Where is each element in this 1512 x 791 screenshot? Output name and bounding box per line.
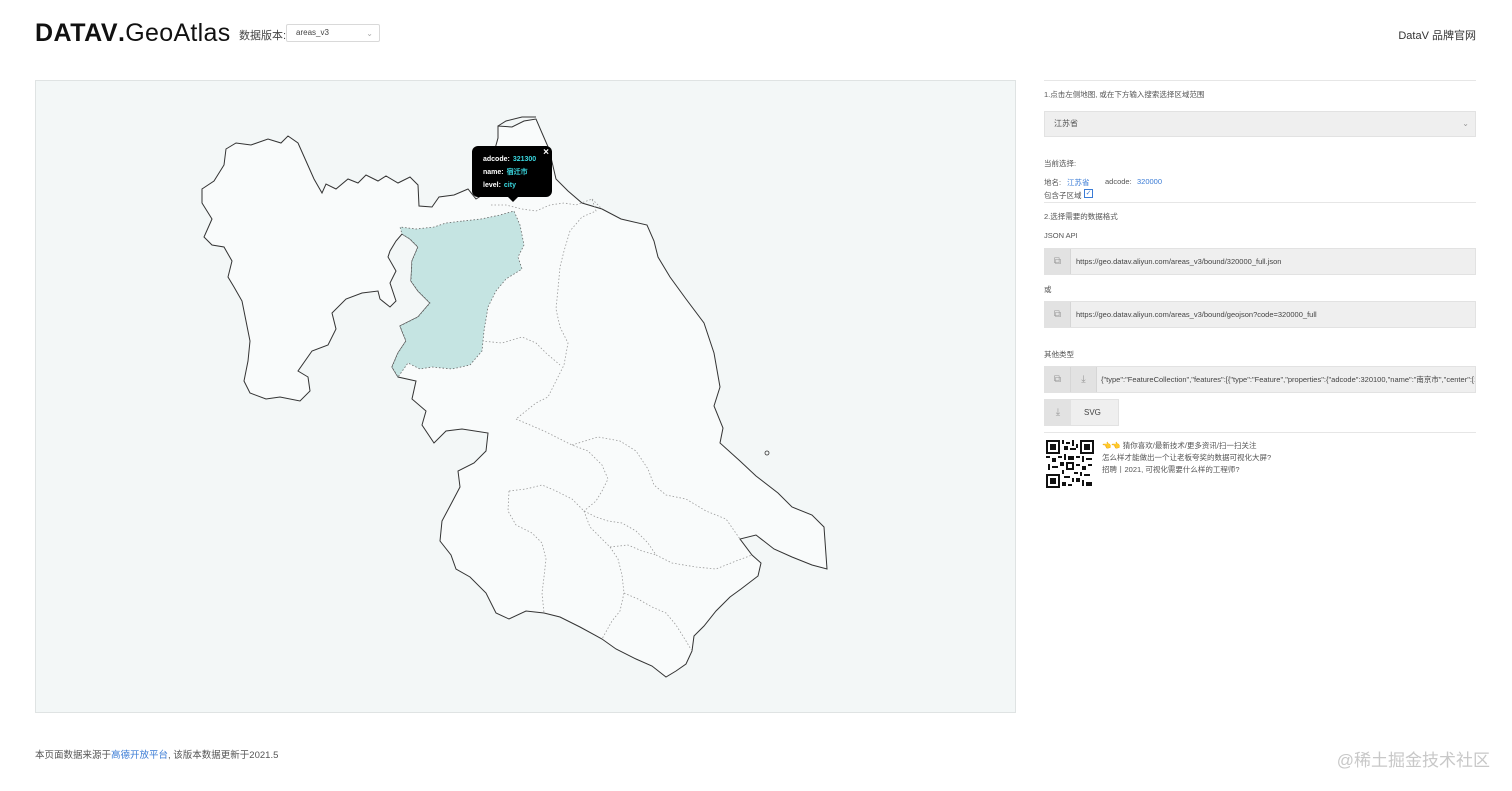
other-types-label: 其他类型 bbox=[1044, 350, 1074, 359]
chevron-down-icon: ⌄ bbox=[1462, 119, 1469, 128]
logo[interactable]: DATAV.GeoAtlas bbox=[35, 20, 231, 46]
promo-line-2[interactable]: 怎么样才能做出一个让老板夸奖的数据可视化大屏? bbox=[1102, 452, 1271, 463]
name-value: 江苏省 bbox=[1067, 178, 1090, 187]
footer-amap-link[interactable]: 高德开放平台 bbox=[111, 750, 168, 761]
geojson-field[interactable]: ⧉ ⤓ {"type":"FeatureCollection","feature… bbox=[1044, 366, 1476, 393]
map-panel[interactable]: × adcode: 321300 name: 宿迁市 level: city bbox=[35, 80, 1016, 713]
tooltip-adcode-key: adcode: bbox=[483, 156, 510, 163]
download-icon[interactable]: ⤓ bbox=[1071, 367, 1097, 392]
island-mark bbox=[764, 450, 770, 456]
tooltip-level-key: level: bbox=[483, 182, 501, 189]
divider bbox=[1044, 202, 1476, 203]
json-url-field-2[interactable]: ⧉ https://geo.datav.aliyun.com/areas_v3/… bbox=[1044, 301, 1476, 328]
tooltip-name-key: name: bbox=[483, 169, 504, 176]
json-url-field-1[interactable]: ⧉ https://geo.datav.aliyun.com/areas_v3/… bbox=[1044, 248, 1476, 275]
download-icon: ⤓ bbox=[1045, 400, 1071, 425]
divider bbox=[1044, 432, 1476, 433]
footer: 本页面数据来源于高德开放平台, 该版本数据更新于2021.5 bbox=[35, 747, 278, 761]
copy-icon[interactable]: ⧉ bbox=[1045, 249, 1071, 274]
tooltip-adcode-row: adcode: 321300 bbox=[483, 153, 552, 166]
brand-link[interactable]: DataV 品牌官网 bbox=[1398, 27, 1476, 43]
step1-instruction: 1.点击左侧地图, 或在下方输入搜索选择区域范围 bbox=[1044, 90, 1205, 99]
map-region-province[interactable] bbox=[201, 118, 828, 678]
or-label: 或 bbox=[1044, 285, 1052, 294]
logo-brand: DATAV bbox=[35, 19, 119, 47]
region-select-value: 江苏省 bbox=[1054, 119, 1078, 128]
promo-line-1[interactable]: 👈👈 猜你喜欢/最新技术/更多资讯/扫一扫关注 bbox=[1102, 440, 1257, 451]
tooltip-name-value: 宿迁市 bbox=[506, 169, 528, 176]
current-selection-label: 当前选择: bbox=[1044, 159, 1077, 168]
svg-download-label: SVG bbox=[1084, 408, 1101, 417]
chevron-down-icon: ⌄ bbox=[366, 29, 373, 38]
copy-icon[interactable]: ⧉ bbox=[1045, 367, 1071, 392]
tooltip-name-row: name: 宿迁市 bbox=[483, 166, 552, 179]
svg-download-button[interactable]: ⤓ SVG bbox=[1044, 399, 1119, 426]
json-api-label: JSON API bbox=[1044, 231, 1078, 240]
tooltip-adcode-value: 321300 bbox=[512, 156, 537, 163]
footer-suffix: , 该版本数据更新于2021.5 bbox=[168, 750, 279, 761]
divider bbox=[1044, 80, 1476, 81]
version-select[interactable]: areas_v3 ⌄ bbox=[286, 24, 380, 42]
include-children-checkbox[interactable]: ✓ bbox=[1084, 189, 1093, 198]
json-url-1-text[interactable]: https://geo.datav.aliyun.com/areas_v3/bo… bbox=[1076, 249, 1281, 274]
version-select-value: areas_v3 bbox=[296, 28, 329, 37]
tooltip-level-value: city bbox=[503, 182, 516, 189]
version-label: 数据版本: bbox=[239, 30, 287, 42]
promo-line-3[interactable]: 招聘丨2021, 可视化需要什么样的工程师? bbox=[1102, 464, 1240, 475]
geojson-preview-text[interactable]: {"type":"FeatureCollection","features":[… bbox=[1101, 367, 1475, 392]
qr-code bbox=[1046, 440, 1094, 488]
logo-product: GeoAtlas bbox=[125, 19, 231, 47]
footer-prefix: 本页面数据来源于 bbox=[35, 750, 112, 761]
adcode-value: 320000 bbox=[1137, 177, 1163, 186]
json-url-2-text[interactable]: https://geo.datav.aliyun.com/areas_v3/bo… bbox=[1076, 302, 1317, 327]
header: DATAV.GeoAtlas 数据版本: areas_v3 ⌄ DataV 品牌… bbox=[0, 0, 1512, 70]
map-tooltip: × adcode: 321300 name: 宿迁市 level: city bbox=[472, 146, 552, 202]
copy-icon[interactable]: ⧉ bbox=[1045, 302, 1071, 327]
watermark: @稀土掘金技术社区 bbox=[1336, 751, 1490, 770]
tooltip-level-row: level: city bbox=[483, 179, 552, 192]
step2-instruction: 2.选择需要的数据格式 bbox=[1044, 212, 1118, 221]
close-icon[interactable]: × bbox=[543, 147, 549, 158]
include-children-label: 包含子区域 bbox=[1044, 191, 1082, 200]
name-label: 地名: bbox=[1044, 178, 1062, 187]
region-search-select[interactable]: 江苏省 ⌄ bbox=[1044, 111, 1476, 137]
adcode-label: adcode: bbox=[1105, 177, 1132, 186]
